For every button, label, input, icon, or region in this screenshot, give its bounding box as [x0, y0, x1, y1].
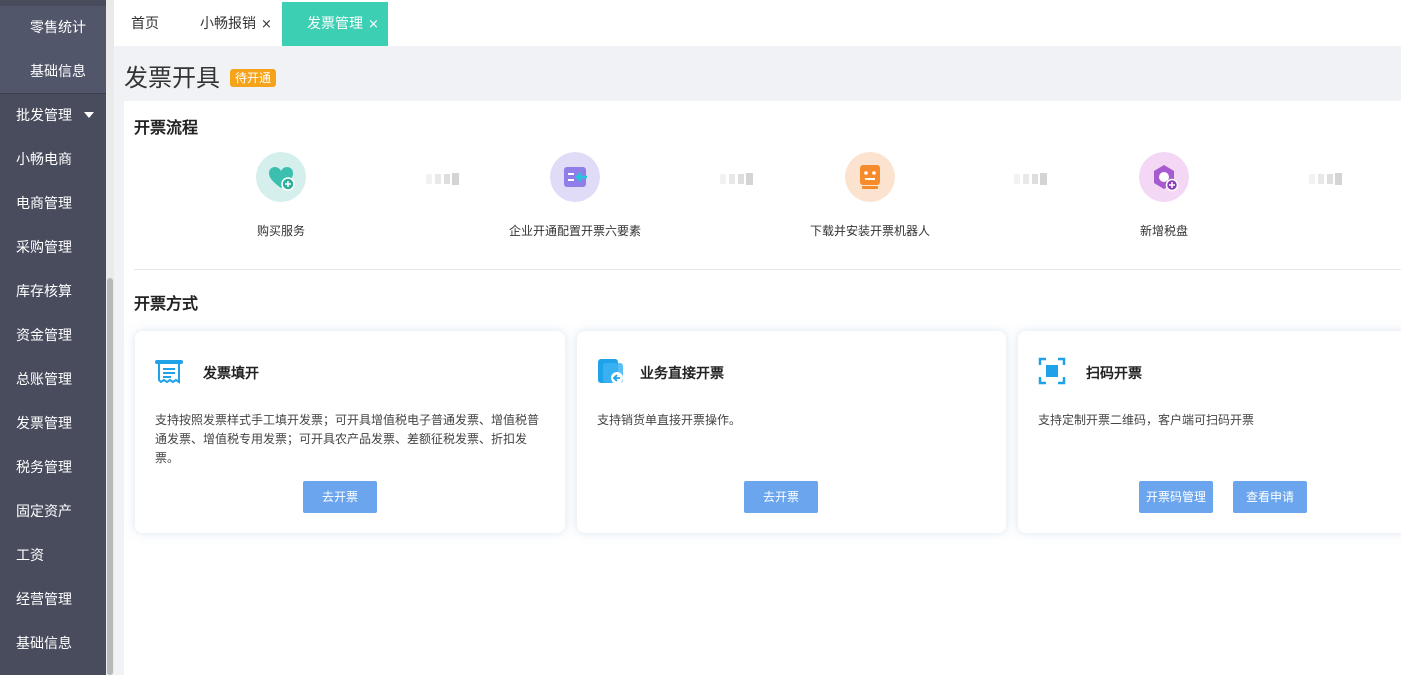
methods-section-title: 开票方式 — [134, 294, 199, 313]
process-section-title: 开票流程 — [134, 118, 199, 137]
sidebar-item-label: 资金管理 — [16, 328, 72, 344]
sidebar-item-invoice[interactable]: 发票管理 — [0, 402, 106, 446]
caret-down-icon — [84, 112, 94, 118]
sidebar-item-ledger[interactable]: 总账管理 — [0, 358, 106, 402]
close-icon[interactable]: × — [261, 3, 272, 47]
tab-home[interactable]: 首页 — [131, 2, 159, 46]
config-arrow-icon — [550, 152, 600, 202]
sidebar-item-operations[interactable]: 经营管理 — [0, 578, 106, 622]
sidebar-item-label: 小畅电商 — [16, 152, 72, 168]
section-divider — [134, 269, 1401, 270]
sidebar-item-wholesale[interactable]: 批发管理 — [0, 94, 106, 138]
sidebar-item-label: 电商管理 — [16, 196, 72, 212]
sidebar-item-tax[interactable]: 税务管理 — [0, 446, 106, 490]
invoice-receipt-icon — [155, 360, 183, 384]
robot-icon — [845, 152, 895, 202]
tab-label: 发票管理 — [307, 16, 363, 32]
tab-label: 小畅报销 — [200, 16, 256, 32]
step-connector — [1309, 173, 1342, 185]
sidebar-item-basic-info-2[interactable]: 基础信息 — [0, 622, 106, 666]
scan-invoice-card: 扫码开票 支持定制开票二维码，客户端可扫码开票 开票码管理 查看申请 — [1018, 331, 1401, 533]
step-label: 企业开通配置开票六要素 — [508, 224, 641, 238]
page-title: 发票开具 — [124, 64, 220, 92]
sidebar-item-label: 税务管理 — [16, 460, 72, 476]
sidebar-item-label: 基础信息 — [16, 636, 72, 652]
sidebar: 零售统计 基础信息 批发管理 小畅电商 电商管理 采购管理 库存核算 资金管理 … — [0, 0, 114, 675]
step-connector — [426, 173, 459, 185]
sidebar-item-retail-stats[interactable]: 零售统计 — [0, 6, 106, 50]
sidebar-item-fixed-assets[interactable]: 固定资产 — [0, 490, 106, 534]
tax-disk-icon — [1139, 152, 1189, 202]
card-description: 支持按照发票样式手工填开发票；可开具增值税电子普通发票、增值税普通发票、增值税专… — [155, 413, 540, 465]
step-connector — [1014, 173, 1047, 185]
sidebar-item-label: 总账管理 — [16, 372, 72, 388]
sidebar-item-label: 固定资产 — [16, 504, 72, 520]
sidebar-item-ecommerce[interactable]: 电商管理 — [0, 182, 106, 226]
sidebar-item-salary[interactable]: 工资 — [0, 534, 106, 578]
close-icon[interactable]: × — [368, 3, 379, 47]
sidebar-item-funds[interactable]: 资金管理 — [0, 314, 106, 358]
tab-reimbursement[interactable]: 小畅报销 × — [200, 2, 272, 46]
sidebar-item-purchase[interactable]: 采购管理 — [0, 226, 106, 270]
step-label: 新增税盘 — [1139, 224, 1188, 238]
invoice-fill-card: 发票填开 支持按照发票样式手工填开发票；可开具增值税电子普通发票、增值税普通发票… — [135, 331, 565, 533]
scan-icon — [1038, 357, 1066, 385]
card-title: 发票填开 — [203, 366, 259, 382]
go-invoice-button[interactable]: 去开票 — [303, 481, 377, 513]
sidebar-item-label: 发票管理 — [16, 416, 72, 432]
tab-label: 首页 — [131, 16, 159, 32]
sidebar-item-label: 库存核算 — [16, 284, 72, 300]
sidebar-item-label: 零售统计 — [30, 20, 86, 36]
tab-bar: 首页 小畅报销 × 发票管理 × — [114, 0, 1401, 46]
step-label: 下载并安装开票机器人 — [809, 224, 930, 238]
view-applications-button[interactable]: 查看申请 — [1233, 481, 1307, 513]
sidebar-item-label: 基础信息 — [30, 64, 86, 80]
sidebar-item-label: 工资 — [16, 548, 44, 564]
step-label: 购买服务 — [256, 224, 305, 238]
business-doc-icon — [598, 359, 623, 384]
tab-invoice-management[interactable]: 发票管理 × — [282, 2, 388, 46]
heart-plus-icon — [256, 152, 306, 202]
sidebar-item-label: 批发管理 — [16, 108, 72, 124]
business-direct-invoice-card: 业务直接开票 支持销货单直接开票操作。 去开票 — [577, 331, 1006, 533]
sidebar-item-label: 采购管理 — [16, 240, 72, 256]
card-title: 扫码开票 — [1086, 366, 1142, 382]
go-invoice-button[interactable]: 去开票 — [744, 481, 818, 513]
sidebar-item-basic-info[interactable]: 基础信息 — [0, 50, 106, 94]
step-connector — [720, 173, 753, 185]
sidebar-item-label: 经营管理 — [16, 592, 72, 608]
sidebar-item-inventory[interactable]: 库存核算 — [0, 270, 106, 314]
invoice-code-management-button[interactable]: 开票码管理 — [1139, 481, 1213, 513]
card-title: 业务直接开票 — [640, 366, 724, 382]
sidebar-item-ecommerce-xc[interactable]: 小畅电商 — [0, 138, 106, 182]
sidebar-scrollbar-thumb[interactable] — [107, 278, 113, 675]
status-badge: 待开通 — [230, 69, 277, 87]
card-description: 支持销货单直接开票操作。 — [597, 413, 742, 427]
card-description: 支持定制开票二维码，客户端可扫码开票 — [1038, 413, 1255, 427]
